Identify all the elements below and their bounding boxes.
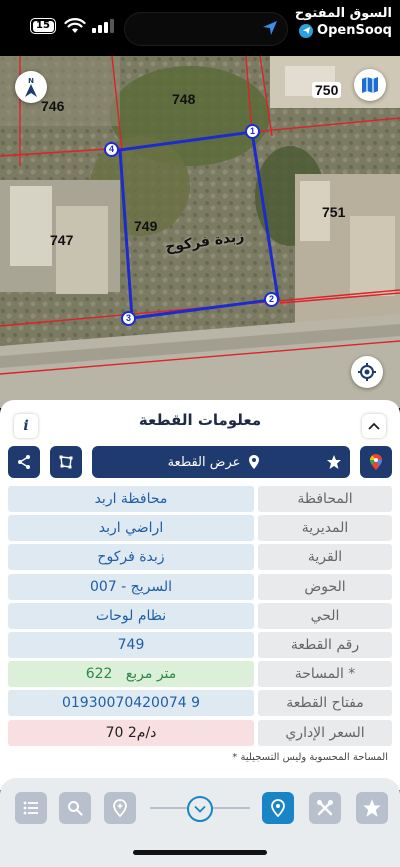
village-label-cell: القرية bbox=[258, 544, 392, 571]
chevron-up-icon bbox=[368, 422, 380, 430]
governorate-label: المحافظة bbox=[258, 486, 392, 512]
home-indicator bbox=[0, 838, 400, 867]
search-icon bbox=[68, 801, 83, 816]
add-location-button[interactable] bbox=[104, 792, 136, 824]
satellite-map[interactable]: 746 748 750 751 747 749 زبدة فركوح 1 2 3… bbox=[0, 56, 400, 408]
row-area: 622 متر مربع المساحة * bbox=[8, 661, 392, 688]
wifi-icon bbox=[64, 18, 86, 33]
status-bar: 15 السوق المفتوح OpenSooq bbox=[0, 0, 400, 56]
map-pin-icon bbox=[249, 455, 260, 469]
admin-price-value: 70 د/م2 bbox=[8, 719, 254, 746]
tools-icon bbox=[317, 800, 333, 816]
plot-number-751: 751 bbox=[322, 204, 346, 220]
map-icon bbox=[362, 77, 378, 93]
brand-english: OpenSooq bbox=[317, 23, 392, 38]
telegram-icon bbox=[299, 23, 314, 38]
compass-button[interactable]: N bbox=[15, 71, 47, 103]
plot-info-panel: i معلومات القطعة عرض القطعة محافظة اربد … bbox=[0, 400, 400, 790]
row-plot-number: 749 رقم القطعة bbox=[8, 631, 392, 658]
compass-icon: N bbox=[25, 77, 37, 97]
plot-key-value: 01930070420074 9 bbox=[8, 690, 254, 717]
village-value: زبدة فركوح bbox=[8, 544, 254, 571]
list-button[interactable] bbox=[15, 792, 47, 824]
row-directorate: اراضي اربد المديرية bbox=[8, 515, 392, 542]
vertex-1[interactable]: 1 bbox=[245, 124, 260, 139]
tools-button[interactable] bbox=[309, 792, 341, 824]
google-maps-icon bbox=[370, 454, 382, 470]
share-button[interactable] bbox=[8, 446, 40, 478]
star-icon bbox=[327, 455, 341, 469]
row-neighborhood: نظام لوحات الحي bbox=[8, 602, 392, 629]
vertex-2[interactable]: 2 bbox=[264, 292, 279, 307]
area-value: 622 متر مربع bbox=[8, 661, 254, 688]
row-village: زبدة فركوح القرية bbox=[8, 544, 392, 571]
location-arrow-icon bbox=[263, 21, 277, 35]
map-layers-button[interactable] bbox=[354, 69, 386, 101]
share-icon bbox=[18, 455, 30, 469]
plot-number-value: 749 bbox=[8, 631, 254, 658]
directorate-label: المديرية bbox=[258, 515, 392, 542]
plot-number-750: 750 bbox=[312, 82, 342, 98]
vertex-3[interactable]: 3 bbox=[121, 311, 136, 326]
row-basin: السريج - 007 الحوض bbox=[8, 573, 392, 600]
governorate-value: محافظة اربد bbox=[8, 486, 254, 512]
vertex-4[interactable]: 4 bbox=[104, 142, 119, 157]
polygon-icon bbox=[59, 455, 73, 469]
opacity-slider-knob[interactable] bbox=[187, 796, 213, 822]
bottom-toolbar bbox=[0, 778, 400, 838]
plot-details-table: محافظة اربد المحافظة اراضي اربد المديرية… bbox=[8, 486, 392, 749]
row-governorate: محافظة اربد المحافظة bbox=[8, 486, 392, 512]
neighborhood-label: الحي bbox=[258, 602, 392, 629]
plot-toolbar: عرض القطعة bbox=[8, 446, 392, 478]
location-add-icon bbox=[113, 799, 127, 817]
my-location-button[interactable] bbox=[351, 356, 383, 388]
favorites-button[interactable] bbox=[356, 792, 388, 824]
admin-price-label: السعر الإداري bbox=[258, 719, 392, 746]
area-footnote: * المساحة المحسوبة وليس التسجيلية bbox=[232, 752, 388, 763]
favorite-button[interactable] bbox=[318, 446, 350, 478]
list-icon bbox=[23, 801, 38, 815]
row-admin-price: 70 د/م2 السعر الإداري bbox=[8, 719, 392, 746]
plot-number-749: 749 bbox=[134, 218, 158, 234]
battery-level: 15 bbox=[36, 20, 50, 31]
row-plot-key: 01930070420074 9 مفتاح القطعة bbox=[8, 690, 392, 717]
show-plot-label: عرض القطعة bbox=[167, 454, 241, 470]
plot-number-label: رقم القطعة bbox=[258, 631, 392, 658]
plot-number-748: 748 bbox=[172, 91, 196, 107]
star-icon bbox=[363, 799, 381, 817]
directorate-value: اراضي اربد bbox=[8, 515, 254, 542]
locate-icon bbox=[358, 363, 376, 381]
signal-icon bbox=[92, 19, 114, 33]
basin-label: الحوض bbox=[258, 573, 392, 600]
map-pin-icon bbox=[271, 799, 285, 817]
measure-button[interactable] bbox=[50, 446, 82, 478]
basin-value: السريج - 007 bbox=[8, 573, 254, 600]
google-maps-button[interactable] bbox=[360, 446, 392, 478]
search-button[interactable] bbox=[59, 792, 91, 824]
area-label: المساحة * bbox=[258, 661, 392, 688]
plot-location-button[interactable] bbox=[262, 792, 294, 824]
plot-key-label: مفتاح القطعة bbox=[258, 690, 392, 717]
plot-number-746: 746 bbox=[41, 98, 65, 114]
battery-icon: 15 bbox=[30, 18, 56, 34]
brand-logo: السوق المفتوح OpenSooq bbox=[295, 6, 392, 38]
collapse-button[interactable] bbox=[362, 414, 386, 438]
chevron-down-icon bbox=[194, 805, 206, 813]
show-plot-button[interactable]: عرض القطعة bbox=[92, 446, 336, 478]
svg-text:N: N bbox=[28, 77, 34, 85]
brand-arabic: السوق المفتوح bbox=[294, 6, 392, 21]
panel-title: معلومات القطعة bbox=[138, 411, 262, 429]
neighborhood-value: نظام لوحات bbox=[8, 602, 254, 629]
plot-number-747: 747 bbox=[50, 232, 74, 248]
